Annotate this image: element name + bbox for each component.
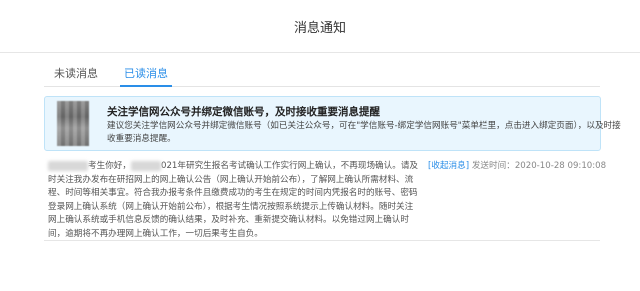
notice-title: 关注学信网公众号并绑定微信账号，及时接收重要消息提醒 <box>107 106 380 118</box>
send-time-value: 2020-10-28 09:10:08 <box>514 161 607 171</box>
qr-code-image <box>57 101 89 146</box>
wechat-notice-banner: 关注学信网公众号并绑定微信账号，及时接收重要消息提醒 建议您关注学信网公众号并绑… <box>44 96 621 151</box>
message-item: 考生你好， 021年研究生报名考试确认工作实行网上确认，不再现场确认。请及时关注我… <box>44 160 606 242</box>
message-text-part1: 考生你好， <box>88 161 131 171</box>
tab-read-messages[interactable]: 已读消息 <box>120 66 172 87</box>
tab-unread-messages[interactable]: 未读消息 <box>54 66 98 85</box>
page-header: 消息通知 <box>0 0 640 53</box>
redacted-year <box>130 160 161 171</box>
notice-body: 建议您关注学信网公众号并绑定微信账号（如已关注公众号，可在"学信账号-绑定学信网… <box>107 121 621 144</box>
send-time-label: 发送时间： <box>471 161 515 171</box>
page-title: 消息通知 <box>293 20 346 36</box>
message-text-part2: 021年研究生报名考试确认工作实行网上确认，不再现场确认。请及时关注我办发布在研… <box>48 161 419 239</box>
collapse-message-link[interactable]: [收起消息] <box>428 161 469 171</box>
message-meta: [收起消息] 发送时间：2020-10-28 09:10:08 <box>428 160 606 174</box>
message-text: 考生你好， 021年研究生报名考试确认工作实行网上确认，不再现场确认。请及时关注我… <box>48 160 420 242</box>
redacted-name <box>48 160 88 171</box>
tab-bar: 未读消息 已读消息 <box>44 66 600 87</box>
